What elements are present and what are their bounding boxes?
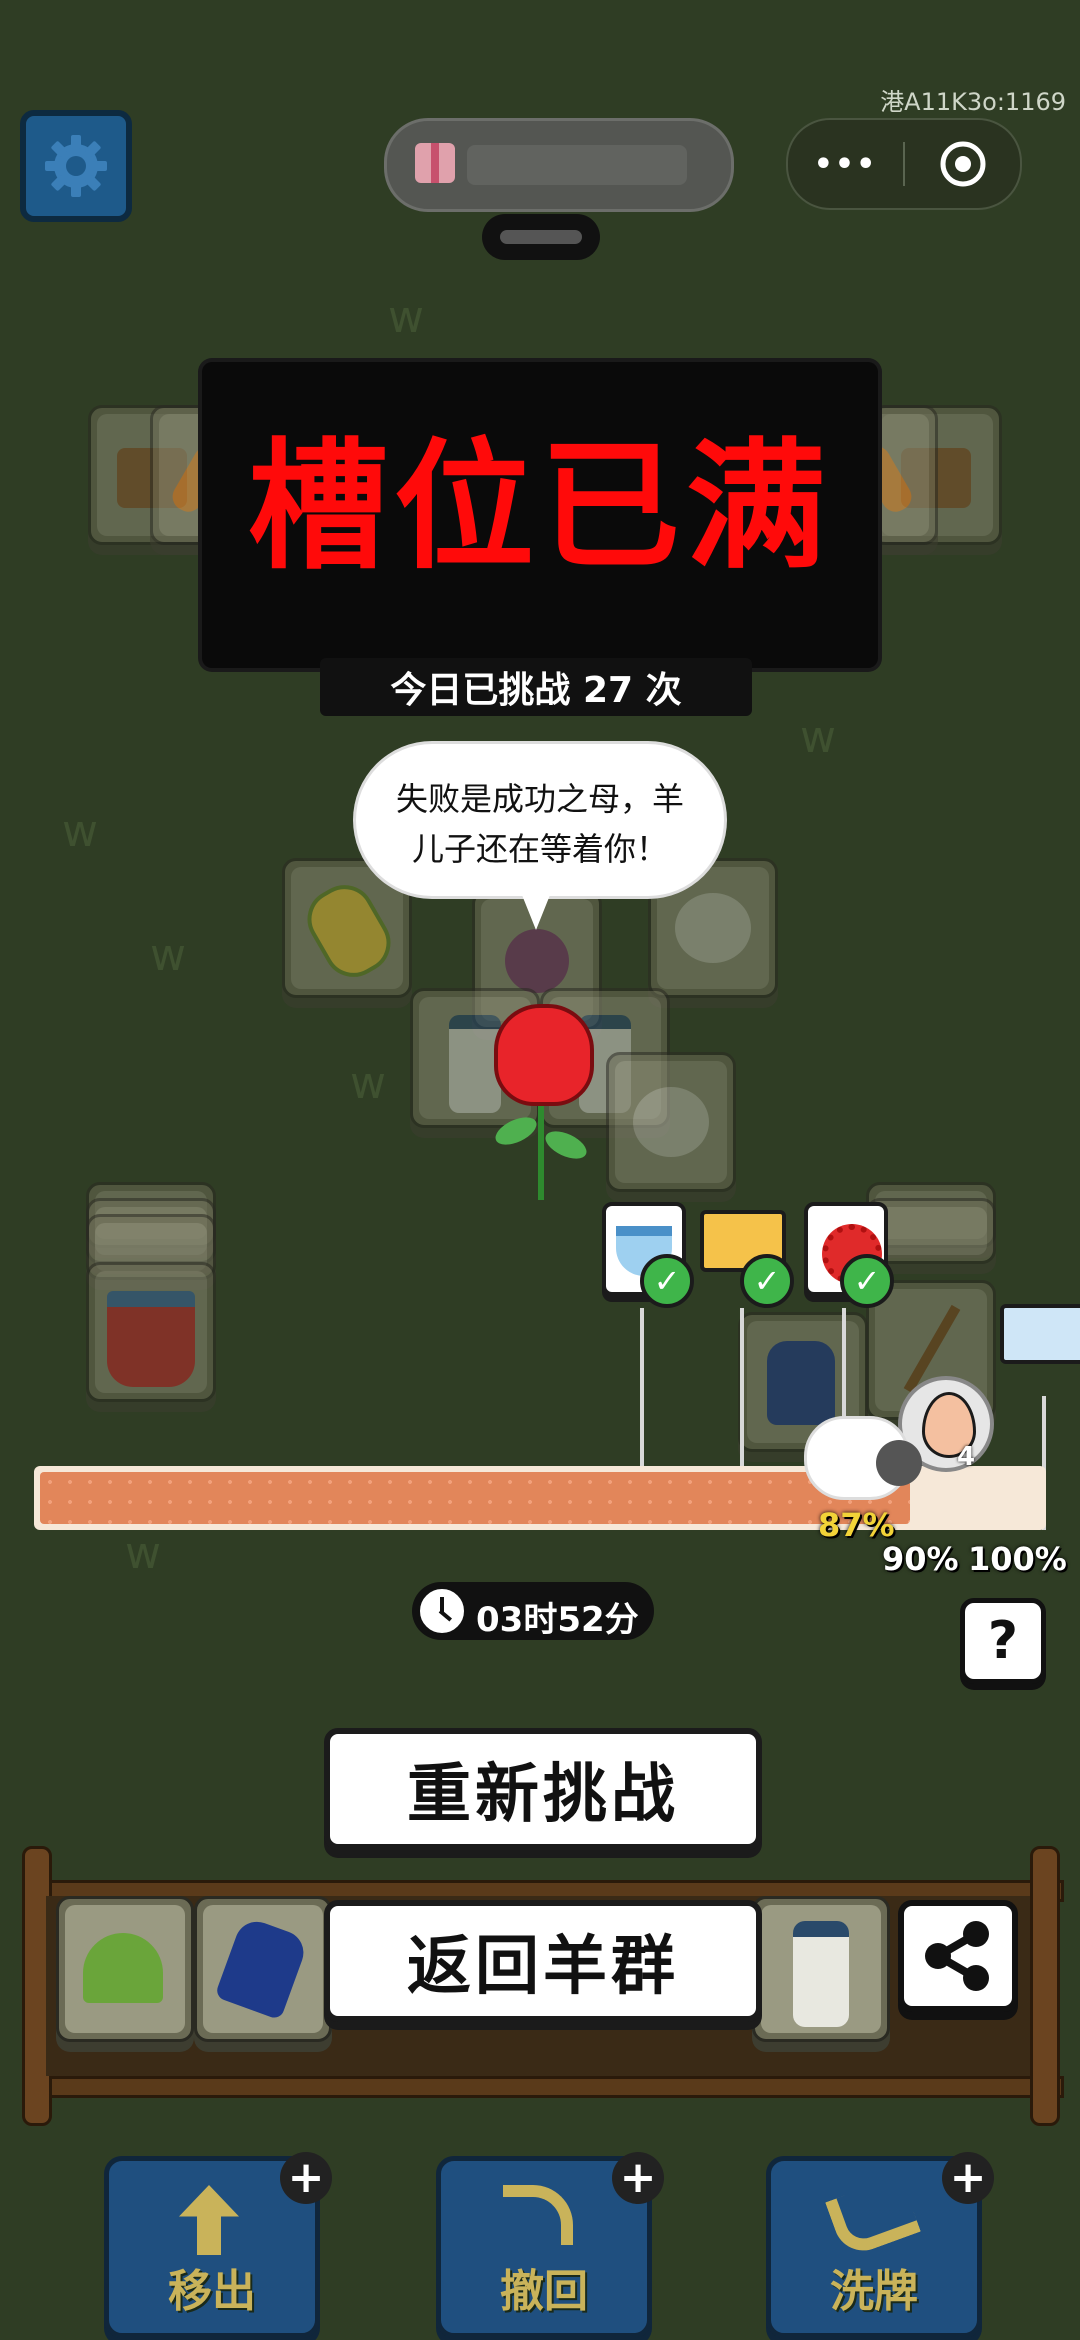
question-mark-icon: ? xyxy=(987,1611,1019,1671)
banner-title: 槽位已满 xyxy=(247,426,832,589)
grass-decoration: ᴡ xyxy=(350,1058,386,1109)
settings-button[interactable] xyxy=(20,110,132,222)
wool-icon xyxy=(633,1087,709,1157)
move-out-icon xyxy=(179,2185,239,2255)
grass-icon xyxy=(83,1933,163,2003)
speech-bubble: 失败是成功之母，羊 儿子还在等着你！ xyxy=(356,744,724,896)
milestone-90-label: 90% xyxy=(882,1540,959,1578)
grass-decoration: ᴡ xyxy=(125,1528,161,1579)
target-close-icon xyxy=(940,141,985,187)
undo-label: 撤回 xyxy=(500,2266,588,2317)
check-icon: ✓ xyxy=(640,1254,694,1308)
current-progress-label: 87% xyxy=(818,1506,895,1544)
more-menu-button[interactable]: ••• xyxy=(788,120,903,208)
back-to-flock-button[interactable]: 返回羊群 xyxy=(324,1900,762,2022)
close-mini-program-button[interactable] xyxy=(905,120,1020,208)
timer-text: 03时52分 xyxy=(476,1600,639,1640)
slot-full-banner: 槽位已满 xyxy=(202,362,878,668)
undo-icon xyxy=(503,2185,573,2245)
tray-slot-grass xyxy=(56,1896,194,2042)
shuffle-label: 洗牌 xyxy=(830,2266,918,2317)
timer-pill: 03时52分 xyxy=(412,1582,654,1640)
board-tile-wool xyxy=(606,1052,736,1192)
rose-icon xyxy=(480,1000,600,1210)
speech-line-2: 儿子还在等着你！ xyxy=(411,830,668,868)
check-icon: ✓ xyxy=(840,1254,894,1308)
sheep-marker xyxy=(800,1412,930,1508)
fence-bottom-rail xyxy=(22,2076,1064,2098)
room-id: 港A11K3o:1169 xyxy=(880,88,1066,116)
reward-blue-envelope[interactable] xyxy=(1000,1300,1080,1364)
more-dots-icon: ••• xyxy=(813,146,878,182)
check-icon: ✓ xyxy=(740,1254,794,1308)
challenge-count-text: 今日已挑战 27 次 xyxy=(390,670,682,711)
capsule-menu: ••• xyxy=(786,118,1022,210)
clock-icon xyxy=(418,1587,466,1635)
grass-decoration: ᴡ xyxy=(62,806,98,857)
share-button[interactable] xyxy=(898,1900,1018,2012)
progress-fill xyxy=(40,1472,910,1524)
yarn-icon xyxy=(505,929,569,993)
gear-icon xyxy=(45,135,107,197)
move-out-label: 移出 xyxy=(168,2266,256,2317)
speech-line-1: 失败是成功之母，羊 xyxy=(395,780,684,818)
milk-jar-icon xyxy=(793,1921,849,2027)
milestone-100-label: 100% xyxy=(968,1540,1067,1578)
retry-button[interactable]: 重新挑战 xyxy=(324,1728,762,1850)
shuffle-icon xyxy=(825,2175,921,2259)
challenge-count-ribbon: 今日已挑战 27 次 xyxy=(320,658,752,716)
wool-icon xyxy=(675,893,751,963)
speech-bubble-tail xyxy=(520,890,552,930)
grass-decoration: ᴡ xyxy=(800,712,836,763)
back-to-flock-label: 返回羊群 xyxy=(407,1930,679,2004)
fence-post xyxy=(1030,1846,1060,2126)
retry-button-label: 重新挑战 xyxy=(407,1758,679,1832)
grass-decoration: ᴡ xyxy=(150,930,186,981)
move-out-plus-icon[interactable]: + xyxy=(280,2152,332,2204)
undo-plus-icon[interactable]: + xyxy=(612,2152,664,2204)
tray-slot-glove xyxy=(194,1896,332,2042)
mini-program-pill[interactable] xyxy=(384,118,734,212)
board-tile-bucket xyxy=(86,1262,216,1402)
blue-envelope-icon xyxy=(1000,1304,1080,1364)
pill-text-placeholder xyxy=(467,145,687,185)
grass-decoration: ᴡ xyxy=(388,292,424,343)
egg-count: 4 xyxy=(956,1442,976,1472)
chain-link-icon xyxy=(482,214,600,260)
shuffle-plus-icon[interactable]: + xyxy=(942,2152,994,2204)
share-icon xyxy=(925,1921,989,1991)
bucket-icon xyxy=(107,1291,195,1387)
help-button[interactable]: ? xyxy=(960,1598,1046,1684)
tray-slot-jar xyxy=(752,1896,890,2042)
gift-ribbon-icon xyxy=(431,143,439,183)
